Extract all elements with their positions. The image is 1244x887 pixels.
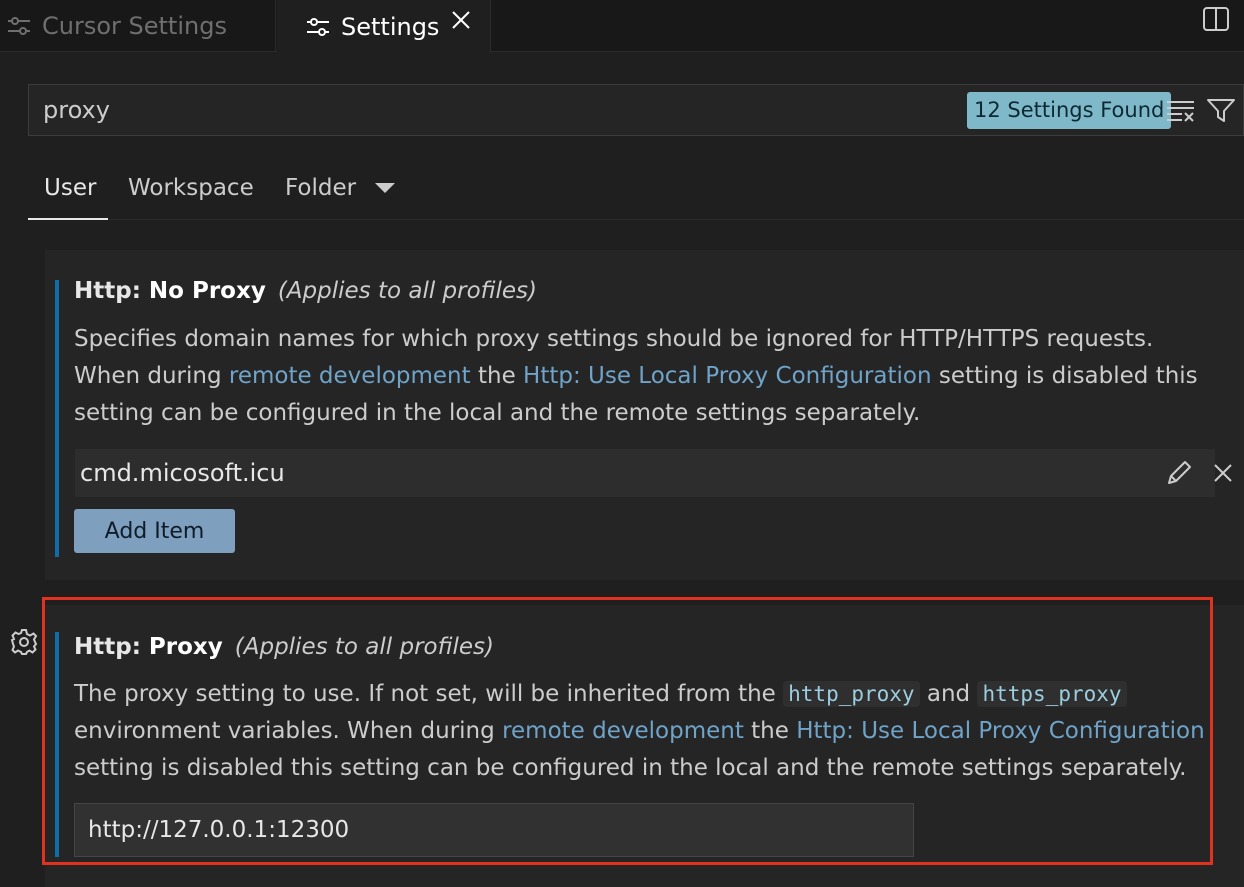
settings-scope-tabs: User Workspace Folder — [28, 166, 1244, 220]
focus-indicator — [55, 280, 59, 557]
edit-icon[interactable] — [1163, 457, 1195, 489]
search-input[interactable] — [41, 85, 941, 135]
highlight-box — [42, 597, 1213, 865]
tab-workspace[interactable]: Workspace — [128, 166, 254, 220]
close-icon[interactable] — [449, 8, 473, 32]
tab-cursor-settings[interactable]: Cursor Settings — [0, 0, 276, 52]
setting-title: Http: No Proxy (Applies to all profiles) — [74, 278, 538, 304]
list-item[interactable]: cmd.micosoft.icu — [75, 449, 1232, 497]
settings-sliders-icon — [307, 17, 329, 36]
list-item-value: cmd.micosoft.icu — [80, 459, 285, 487]
remote-development-link[interactable]: remote development — [229, 363, 471, 389]
use-local-proxy-link[interactable]: Http: Use Local Proxy Configuration — [523, 363, 932, 389]
editor-tab-bar: Cursor Settings Settings — [0, 0, 1244, 53]
chevron-down-icon[interactable] — [374, 181, 396, 195]
gear-icon[interactable] — [9, 627, 39, 657]
tab-folder[interactable]: Folder — [285, 166, 356, 220]
filter-icon[interactable] — [1206, 97, 1236, 125]
remove-icon[interactable] — [1209, 459, 1237, 487]
tab-user[interactable]: User — [28, 166, 108, 220]
results-count-badge: 12 Settings Found — [967, 92, 1172, 129]
add-item-button[interactable]: Add Item — [74, 509, 235, 553]
setting-http-no-proxy: Http: No Proxy (Applies to all profiles) … — [45, 250, 1244, 580]
settings-search: 12 Settings Found — [28, 84, 1244, 136]
clear-filter-icon[interactable] — [1166, 99, 1196, 123]
settings-sliders-icon — [8, 17, 30, 35]
tab-label: Cursor Settings — [42, 12, 227, 40]
tab-settings[interactable]: Settings — [277, 0, 491, 53]
tab-label: Settings — [341, 12, 440, 41]
setting-description: Specifies domain names for which proxy s… — [74, 326, 1198, 426]
split-editor-icon[interactable] — [1202, 6, 1230, 32]
